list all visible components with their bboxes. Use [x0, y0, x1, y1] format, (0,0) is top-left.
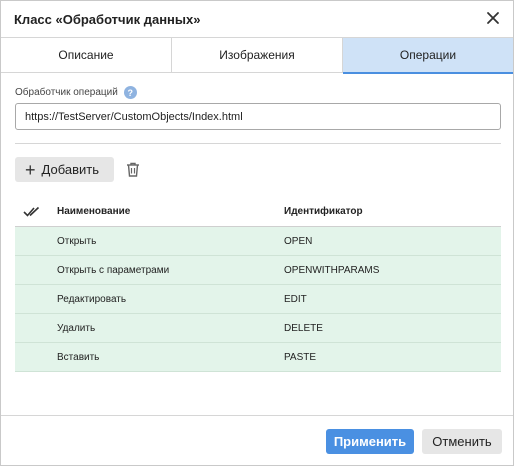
footer-divider [1, 415, 513, 416]
handler-url-input[interactable] [15, 103, 501, 130]
operations-table: Наименование Идентификатор Открыть OPEN … [15, 197, 501, 372]
table-row[interactable]: Редактировать EDIT [15, 285, 501, 314]
tab-bar: Описание Изображения Операции [1, 37, 513, 74]
row-id: EDIT [284, 293, 307, 305]
table-row[interactable]: Открыть OPEN [15, 227, 501, 256]
table-header: Наименование Идентификатор [15, 197, 501, 227]
tab-description[interactable]: Описание [1, 38, 172, 72]
apply-button[interactable]: Применить [326, 429, 414, 454]
tab-label: Операции [399, 48, 457, 62]
dialog-title: Класс «Обработчик данных» [14, 12, 201, 27]
row-id: OPEN [284, 235, 313, 247]
plus-icon: + [25, 159, 36, 180]
row-name: Редактировать [57, 293, 127, 305]
close-icon[interactable] [485, 10, 501, 26]
tab-images[interactable]: Изображения [172, 38, 343, 72]
row-name: Вставить [57, 351, 100, 363]
handler-label-text: Обработчик операций [15, 87, 118, 98]
row-id: DELETE [284, 322, 323, 334]
help-icon[interactable]: ? [123, 86, 137, 99]
dialog-titlebar: Класс «Обработчик данных» [1, 1, 513, 37]
trash-icon[interactable] [125, 161, 141, 178]
table-row[interactable]: Вставить PASTE [15, 343, 501, 372]
row-name: Удалить [57, 322, 96, 334]
cancel-button[interactable]: Отменить [422, 429, 502, 454]
header-id[interactable]: Идентификатор [284, 206, 501, 217]
tab-label: Описание [58, 48, 114, 62]
handler-field-label: Обработчик операций ? [15, 86, 137, 99]
row-id: PASTE [284, 351, 317, 363]
divider [15, 143, 501, 144]
class-dialog: Класс «Обработчик данных» Описание Изобр… [0, 0, 514, 466]
tab-label: Изображения [219, 48, 295, 62]
add-button[interactable]: + Добавить [15, 157, 114, 182]
tab-operations[interactable]: Операции [343, 38, 513, 74]
table-row[interactable]: Открыть с параметрами OPENWITHPARAMS [15, 256, 501, 285]
row-name: Открыть с параметрами [57, 264, 170, 276]
header-name[interactable]: Наименование [57, 206, 284, 217]
double-check-icon[interactable] [15, 206, 57, 218]
row-name: Открыть [57, 235, 97, 247]
row-id: OPENWITHPARAMS [284, 264, 380, 276]
table-row[interactable]: Удалить DELETE [15, 314, 501, 343]
add-button-label: Добавить [41, 162, 99, 177]
